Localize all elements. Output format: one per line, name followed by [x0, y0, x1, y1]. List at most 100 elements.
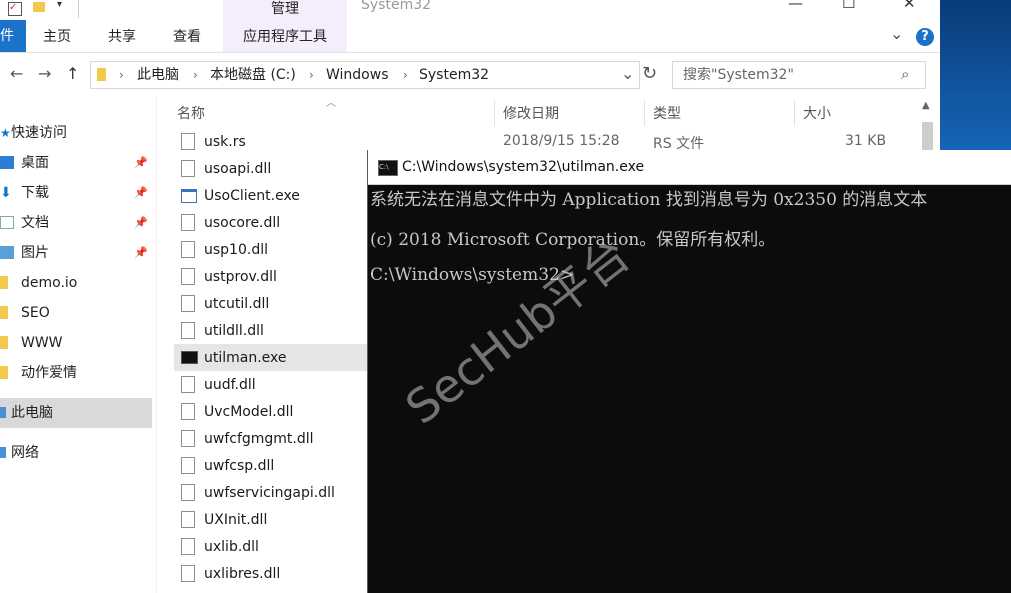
maximize-button[interactable]: ☐	[842, 0, 855, 12]
column-header-name[interactable]: 名称	[177, 100, 205, 128]
console-title: C:\Windows\system32\utilman.exe	[402, 159, 645, 175]
refresh-icon[interactable]: ↻	[642, 63, 657, 84]
help-icon[interactable]: ?	[916, 28, 934, 46]
breadcrumb-local-disk[interactable]: 本地磁盘 (C:)	[210, 62, 296, 88]
list-item[interactable]: uxlib.dll	[174, 533, 370, 560]
search-icon[interactable]: ⌕	[901, 65, 909, 83]
sidebar-item-desktop[interactable]: 桌面 📌	[0, 148, 152, 178]
pictures-icon	[0, 246, 14, 259]
column-header-size[interactable]: 大小	[803, 100, 831, 128]
sidebar-item-label: WWW	[21, 335, 63, 351]
column-header-type[interactable]: 类型	[653, 100, 681, 128]
file-name: ustprov.dll	[204, 269, 277, 285]
console-window[interactable]: C:\ C:\Windows\system32\utilman.exe 系统无法…	[367, 150, 1011, 593]
file-name: uwfcfgmgmt.dll	[204, 431, 314, 447]
list-item[interactable]: ustprov.dll	[174, 263, 370, 290]
breadcrumb-windows[interactable]: Windows	[326, 62, 389, 88]
up-button[interactable]: ↑	[66, 64, 79, 83]
list-item[interactable]: UXInit.dll	[174, 506, 370, 533]
file-size: 31 KB	[845, 133, 887, 149]
close-button[interactable]: ✕	[903, 0, 916, 12]
list-item[interactable]: usocore.dll	[174, 209, 370, 236]
scroll-up-icon[interactable]: ▲	[922, 100, 930, 111]
list-item[interactable]: usk.rs	[174, 128, 370, 155]
dll-icon	[181, 241, 195, 258]
list-item[interactable]: usp10.dll	[174, 236, 370, 263]
list-item[interactable]: uwfservicingapi.dll	[174, 479, 370, 506]
pin-icon[interactable]: 📌	[134, 148, 148, 178]
sidebar-item-documents[interactable]: 文档 📌	[0, 208, 152, 238]
tab-application-tools[interactable]: 应用程序工具	[223, 20, 347, 52]
breadcrumb-separator: ›	[309, 68, 314, 82]
list-item[interactable]: UvcModel.dll	[174, 398, 370, 425]
list-item[interactable]: utcutil.dll	[174, 290, 370, 317]
column-divider[interactable]	[794, 100, 795, 126]
list-item[interactable]: UsoClient.exe	[174, 182, 370, 209]
list-item[interactable]: uwfcsp.dll	[174, 452, 370, 479]
ribbon-expand-icon[interactable]: ⌄	[890, 24, 903, 43]
dll-icon	[181, 160, 195, 177]
sidebar-item-demo-io[interactable]: demo.io	[0, 268, 152, 298]
sidebar-item-www[interactable]: WWW	[0, 328, 152, 358]
breadcrumb-system32[interactable]: System32	[419, 62, 489, 88]
quick-access-toolbar-dropdown-icon[interactable]: ▾	[57, 0, 62, 10]
breadcrumb-this-pc[interactable]: 此电脑	[137, 62, 179, 88]
document-icon	[0, 216, 14, 229]
checkbox-icon[interactable]: ✓	[8, 2, 22, 16]
sidebar-item-quick-access[interactable]: ★ 快速访问	[0, 118, 152, 148]
minimize-button[interactable]: —	[788, 0, 803, 12]
sidebar-item-downloads[interactable]: ⬇ 下载 📌	[0, 178, 152, 208]
column-divider[interactable]	[644, 100, 645, 126]
list-item[interactable]: usoapi.dll	[174, 155, 370, 182]
console-prompt[interactable]: C:\Windows\system32>	[370, 265, 574, 285]
sort-ascending-icon: ︿	[326, 98, 336, 109]
search-input[interactable]: 搜索"System32" ⌕	[672, 61, 926, 89]
sidebar-item-seo[interactable]: SEO	[0, 298, 152, 328]
tab-share[interactable]: 共享	[108, 20, 136, 52]
file-name: uwfcsp.dll	[204, 458, 275, 474]
tab-file[interactable]: 件	[0, 20, 26, 52]
vertical-scrollbar[interactable]: ▲	[918, 96, 936, 156]
file-name: utilman.exe	[204, 350, 287, 366]
list-item[interactable]: uxlibres.dll	[174, 560, 370, 587]
window-title: System32	[361, 0, 432, 13]
file-name: UXInit.dll	[204, 512, 268, 528]
sidebar-item-label: 下载	[21, 185, 49, 201]
manage-context-tab[interactable]: 管理	[223, 0, 347, 20]
sidebar-item-action-love[interactable]: 动作爱情	[0, 358, 152, 388]
address-bar[interactable]: › 此电脑 › 本地磁盘 (C:) › Windows › System32 ⌄	[90, 61, 640, 89]
tab-view[interactable]: 查看	[173, 20, 201, 52]
computer-icon	[0, 407, 6, 418]
forward-button[interactable]: →	[38, 64, 51, 83]
pin-icon[interactable]: 📌	[134, 178, 148, 208]
pin-icon[interactable]: 📌	[134, 208, 148, 238]
column-header-date[interactable]: 修改日期	[503, 100, 559, 128]
sidebar-item-this-pc[interactable]: 此电脑	[0, 398, 152, 428]
sidebar-item-label: 桌面	[21, 155, 49, 171]
sidebar-item-label: demo.io	[21, 275, 78, 291]
list-item[interactable]: utildll.dll	[174, 317, 370, 344]
scrollbar-thumb[interactable]	[922, 122, 933, 152]
download-icon: ⬇	[0, 185, 12, 201]
file-name: uxlib.dll	[204, 539, 259, 555]
dll-icon	[181, 565, 195, 582]
sidebar-item-label: 网络	[11, 445, 39, 461]
pin-icon[interactable]: 📌	[134, 238, 148, 268]
folder-icon	[0, 366, 8, 379]
address-dropdown-icon[interactable]: ⌄	[621, 64, 634, 83]
column-divider[interactable]	[494, 100, 495, 126]
console-line: (c) 2018 Microsoft Corporation。保留所有权利。	[370, 230, 776, 250]
sidebar-item-network[interactable]: 网络	[0, 438, 152, 468]
list-item[interactable]: uudf.dll	[174, 371, 370, 398]
folder-icon	[0, 276, 8, 289]
dll-icon	[181, 214, 195, 231]
list-item-selected[interactable]: utilman.exe	[174, 344, 370, 371]
console-titlebar[interactable]: C:\ C:\Windows\system32\utilman.exe	[368, 150, 1011, 185]
sidebar-item-pictures[interactable]: 图片 📌	[0, 238, 152, 268]
file-name: UsoClient.exe	[204, 188, 300, 204]
back-button[interactable]: ←	[10, 64, 23, 83]
console-app-icon: C:\	[378, 160, 398, 176]
list-item[interactable]: uwfcfgmgmt.dll	[174, 425, 370, 452]
tab-home[interactable]: 主页	[43, 20, 71, 52]
console-app-icon	[181, 351, 198, 364]
